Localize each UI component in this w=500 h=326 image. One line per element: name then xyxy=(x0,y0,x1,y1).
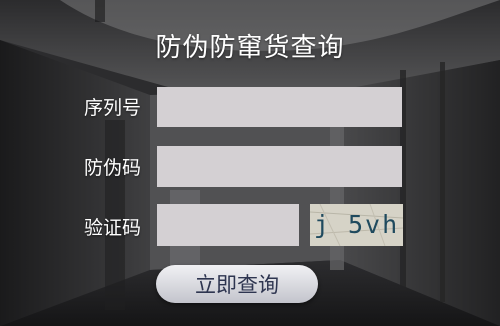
anti-counterfeit-code-input[interactable] xyxy=(157,146,402,187)
query-screen: 防伪防窜货查询 序列号 防伪码 验证码 j 5vh 立即查询 xyxy=(0,0,500,326)
serial-number-label: 序列号 xyxy=(84,97,142,119)
captcha-image[interactable]: j 5vh xyxy=(310,204,403,246)
verification-code-input[interactable] xyxy=(157,204,299,246)
verification-code-label: 验证码 xyxy=(84,217,142,239)
serial-number-input[interactable] xyxy=(157,87,402,127)
page-title: 防伪防窜货查询 xyxy=(155,33,345,63)
query-now-button[interactable]: 立即查询 xyxy=(156,265,318,303)
anti-counterfeit-code-label: 防伪码 xyxy=(84,157,142,179)
captcha-text: j 5vh xyxy=(313,210,400,239)
